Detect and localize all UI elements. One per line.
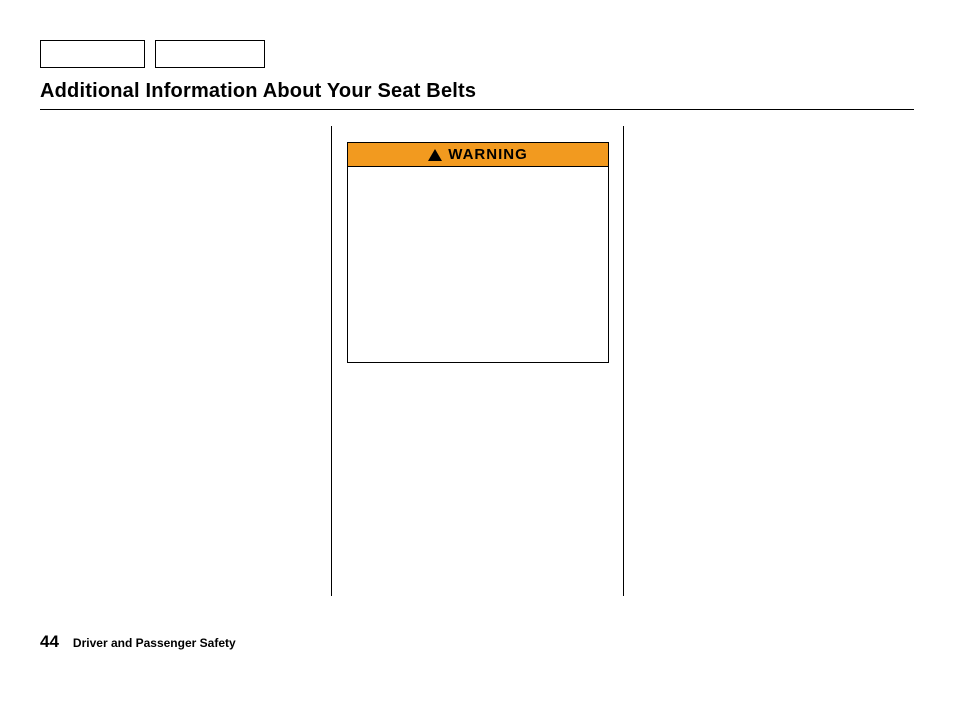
top-nav-boxes [40,40,914,68]
section-name: Driver and Passenger Safety [73,636,236,650]
warning-body [348,167,608,362]
column-divider-1 [331,126,332,596]
content-area: WARNING [40,126,914,616]
nav-box-1[interactable] [40,40,145,68]
title-divider [40,109,914,110]
page-footer: 44 Driver and Passenger Safety [40,632,236,652]
nav-box-2[interactable] [155,40,265,68]
warning-header: WARNING [348,143,608,167]
page-container: Additional Information About Your Seat B… [0,0,954,702]
warning-label: WARNING [448,146,528,163]
page-number: 44 [40,632,59,652]
page-title: Additional Information About Your Seat B… [40,80,914,103]
warning-box: WARNING [347,142,609,363]
column-divider-2 [623,126,624,596]
warning-triangle-icon [428,149,442,161]
